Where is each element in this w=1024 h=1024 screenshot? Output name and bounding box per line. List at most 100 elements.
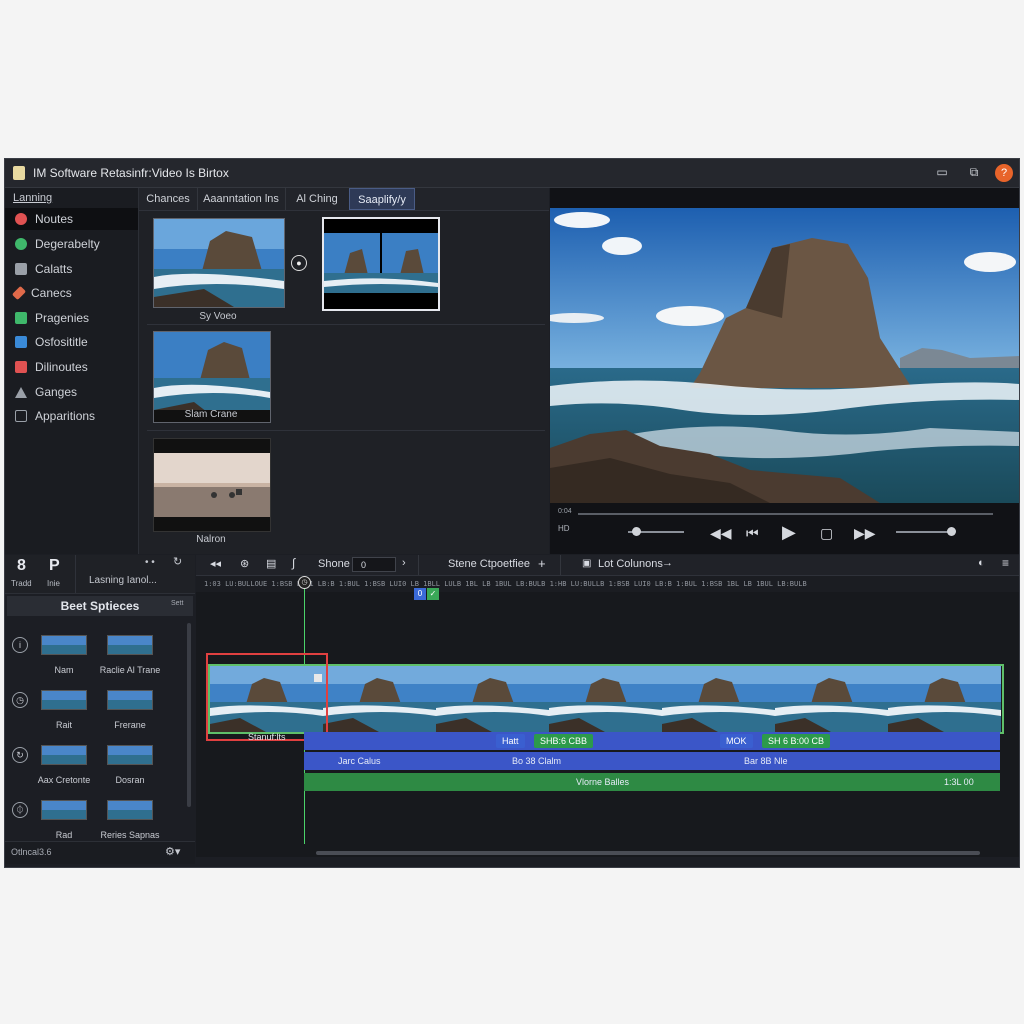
- effect-item[interactable]: Nam: [39, 635, 89, 675]
- tool-pen-label: Inie: [47, 579, 60, 588]
- clock-icon: ◷: [12, 692, 28, 708]
- media-clip[interactable]: [153, 218, 285, 308]
- menu-icon[interactable]: ≡: [1002, 556, 1009, 570]
- arrow-tool-icon[interactable]: ◂◂: [210, 557, 221, 570]
- marker-check-icon[interactable]: ✓: [427, 588, 439, 600]
- triangle-icon: [15, 386, 27, 398]
- sidebar-item-canecs[interactable]: Canecs: [5, 282, 138, 304]
- marker-badge[interactable]: 0: [414, 588, 426, 600]
- effect-thumbnail: [41, 635, 87, 655]
- refresh-icon[interactable]: ↻: [173, 555, 182, 568]
- maximize-icon[interactable]: ⧉: [967, 165, 981, 179]
- tab-saaplify[interactable]: Saaplify/y: [349, 188, 415, 210]
- timeline-ruler[interactable]: 1:03 LU:BULLOUE 1:BSB LUI1 LB:B 1:BUL 1:…: [196, 576, 1019, 592]
- effect-label: Reries Sapnas: [100, 830, 160, 840]
- stop-icon[interactable]: ▢: [820, 525, 833, 542]
- rewind-icon[interactable]: ◀◀: [710, 525, 732, 542]
- user-icon[interactable]: ◐: [978, 557, 985, 569]
- time-readout: 0:04: [558, 508, 572, 515]
- scene-input[interactable]: 0: [352, 557, 396, 572]
- tab-annotation[interactable]: Aaanntation lns: [197, 188, 286, 210]
- tab-al-ching[interactable]: Al Ching: [285, 188, 350, 210]
- divider: [147, 324, 545, 325]
- arrow-right-icon[interactable]: →: [662, 557, 673, 569]
- skip-back-icon[interactable]: ⏮: [746, 525, 759, 542]
- aperture-icon[interactable]: ⊛: [240, 557, 249, 570]
- clip-frame: [775, 666, 889, 732]
- effect-item[interactable]: Raclie Al Trane: [97, 635, 163, 675]
- volume-knob[interactable]: [947, 527, 957, 536]
- effects-footer: Otlncal3.6 ⚙▾: [5, 841, 195, 864]
- effect-item[interactable]: Reries Sapnas: [97, 800, 163, 840]
- audio-track[interactable]: Jarc Calus Bo 38 Clalm Bar 8B Nle: [304, 752, 1000, 770]
- effect-thumbnail: [107, 800, 153, 820]
- title-bar: IM Software Retasinfr:Video Is Birtox ▭ …: [5, 159, 1019, 188]
- editor-window: IM Software Retasinfr:Video Is Birtox ▭ …: [4, 158, 1020, 868]
- fast-forward-icon[interactable]: ▶▶: [854, 525, 876, 542]
- media-tabs: Chances Aaanntation lns Al Ching Saaplif…: [139, 188, 549, 211]
- position-knob[interactable]: [631, 527, 641, 536]
- timeline-scrollbar[interactable]: [316, 851, 980, 855]
- tool-pen-button[interactable]: P: [49, 557, 60, 575]
- media-clip-selected[interactable]: [322, 217, 440, 311]
- layers-icon[interactable]: ▤: [266, 557, 276, 570]
- preview-screen: [550, 208, 1019, 503]
- effects-settings-button[interactable]: Sett: [171, 600, 183, 607]
- track-chip[interactable]: MOK: [720, 734, 753, 748]
- sidebar-item-label: Osfosititle: [35, 335, 88, 349]
- effect-item[interactable]: Frerane: [97, 690, 163, 730]
- tool-trim-button[interactable]: 8: [17, 557, 26, 575]
- effect-thumbnail: [107, 745, 153, 765]
- restore-icon[interactable]: ▭: [935, 165, 949, 179]
- sidebar-item-dilinoutes[interactable]: Dilinoutes: [5, 356, 138, 378]
- sidebar-item-label: Canecs: [31, 286, 72, 300]
- effect-item[interactable]: Dosran: [97, 745, 163, 785]
- close-button[interactable]: ?: [995, 164, 1013, 182]
- more-icon[interactable]: • •: [145, 557, 155, 568]
- media-clip[interactable]: [153, 438, 271, 532]
- sidebar-item-noutes[interactable]: Noutes: [5, 208, 138, 230]
- app-icon: [13, 166, 25, 180]
- record-icon: [15, 213, 27, 225]
- sidebar-item-label: Degerabelty: [35, 237, 100, 251]
- effect-thumbnail: [41, 690, 87, 710]
- sidebar-item-apparitions[interactable]: Apparitions: [5, 405, 138, 427]
- sidebar-item-calatts[interactable]: Calatts: [5, 258, 138, 280]
- add-icon[interactable]: +: [538, 556, 546, 571]
- selection-box[interactable]: [206, 653, 328, 741]
- sidebar-item-osfosititle[interactable]: Osfosititle: [5, 331, 138, 353]
- timeline-toolbar: ◂◂ ⊛ ▤ ∫ Shone 0 › Stene Ctpoetfiee + ▣ …: [196, 555, 1019, 576]
- effects-scrollbar[interactable]: [187, 623, 191, 807]
- divider: [75, 555, 76, 593]
- volume-slider[interactable]: [896, 531, 954, 533]
- curve-icon[interactable]: ∫: [292, 556, 295, 570]
- settings-icon[interactable]: ⚙▾: [165, 845, 180, 858]
- quality-label: HD: [558, 524, 570, 533]
- link-icon[interactable]: ●: [291, 255, 307, 271]
- tab-chances[interactable]: Chances: [139, 188, 198, 210]
- seascape-split-thumbnail: [324, 219, 438, 309]
- transport-bar: 0:04 HD ◀◀ ⏮ ▶ ▢ ▶▶: [550, 508, 1019, 554]
- columns-label[interactable]: Lot Colunons: [598, 558, 663, 570]
- sidebar-item-pragenies[interactable]: Pragenies: [5, 307, 138, 329]
- timeline-scrubber[interactable]: [578, 513, 993, 515]
- effect-thumbnail: [41, 800, 87, 820]
- track-chip[interactable]: SH 6 B:00 CB: [762, 734, 831, 748]
- track-chip[interactable]: Hatt: [496, 734, 525, 748]
- effect-thumbnail: [107, 690, 153, 710]
- effect-item[interactable]: Rad: [39, 800, 89, 840]
- columns-icon[interactable]: ▣: [582, 558, 591, 569]
- play-icon[interactable]: ▶: [782, 522, 796, 543]
- sidebar-item-ganges[interactable]: Ganges: [5, 381, 138, 403]
- chevron-right-icon[interactable]: ›: [402, 557, 406, 569]
- effect-item[interactable]: Aax Cretonte: [35, 745, 93, 785]
- music-track[interactable]: Vlorne Balles 1:3L 00: [304, 773, 1000, 791]
- effect-item[interactable]: Rait: [39, 690, 89, 730]
- sidebar-item-degerabelty[interactable]: Degerabelty: [5, 233, 138, 255]
- effect-label: Frerane: [114, 720, 146, 730]
- track-chip[interactable]: SHB:6 CBB: [534, 734, 594, 748]
- loading-status: Lasning Ianol...: [89, 575, 157, 586]
- media-bin: Sy Voeo ● Slam Crane Nalron: [139, 211, 549, 554]
- playhead-handle-icon[interactable]: ◷: [298, 576, 311, 589]
- sidebar-item-label: Pragenies: [35, 311, 90, 325]
